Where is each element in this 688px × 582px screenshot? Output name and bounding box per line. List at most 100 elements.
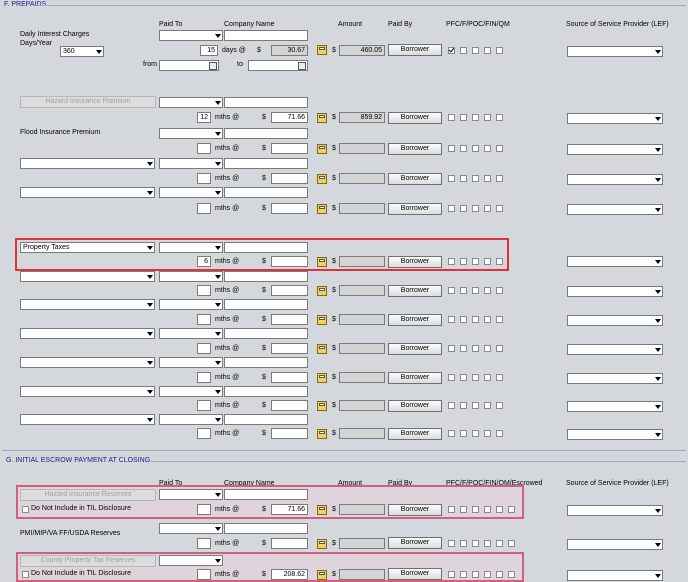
poc-checkbox[interactable] [472, 540, 479, 547]
qm-checkbox[interactable] [496, 571, 503, 578]
flood-paid-to-select[interactable] [159, 128, 223, 139]
qm-checkbox[interactable] [496, 47, 503, 54]
qm-checkbox[interactable] [496, 506, 503, 513]
f-checkbox[interactable] [460, 345, 467, 352]
fin-checkbox[interactable] [484, 145, 491, 152]
qm-checkbox[interactable] [496, 258, 503, 265]
pmi-paid-by-button[interactable]: Borrower [388, 537, 442, 549]
f-checkbox[interactable] [460, 571, 467, 578]
calculator-icon[interactable] [317, 144, 327, 154]
source-select[interactable] [567, 315, 663, 326]
source-select[interactable] [567, 113, 663, 124]
county-tax-paid-to-select[interactable] [159, 555, 223, 566]
property-taxes-months-input[interactable]: 6 [197, 256, 211, 267]
company-input[interactable] [224, 158, 308, 169]
fin-checkbox[interactable] [484, 374, 491, 381]
days-year-select[interactable]: 360 [60, 46, 104, 57]
poc-checkbox[interactable] [472, 430, 479, 437]
poc-checkbox[interactable] [472, 402, 479, 409]
pfc-checkbox[interactable] [448, 430, 455, 437]
fin-checkbox[interactable] [484, 175, 491, 182]
fin-checkbox[interactable] [484, 345, 491, 352]
source-select[interactable] [567, 429, 663, 440]
qm-checkbox[interactable] [496, 402, 503, 409]
company-input[interactable] [224, 386, 308, 397]
pfc-checkbox[interactable] [448, 506, 455, 513]
qm-checkbox[interactable] [496, 287, 503, 294]
fin-checkbox[interactable] [484, 430, 491, 437]
qm-checkbox[interactable] [496, 316, 503, 323]
calendar-icon[interactable] [298, 62, 306, 70]
hazard-reserves-months-input[interactable] [197, 504, 211, 515]
escrowed-checkbox[interactable] [508, 540, 515, 547]
calculator-icon[interactable] [317, 429, 327, 439]
calculator-icon[interactable] [317, 113, 327, 123]
f-checkbox[interactable] [460, 540, 467, 547]
source-select[interactable] [567, 505, 663, 516]
hazard-reserves-button[interactable]: Hazard Insurance Reserves [20, 489, 156, 501]
fin-checkbox[interactable] [484, 571, 491, 578]
source-select[interactable] [567, 373, 663, 384]
f-checkbox[interactable] [460, 114, 467, 121]
property-taxes-rate-input[interactable] [271, 256, 308, 267]
f-checkbox[interactable] [460, 145, 467, 152]
source-select[interactable] [567, 46, 663, 57]
paid-by-button[interactable]: Borrower [388, 400, 442, 412]
paid-by-button[interactable]: Borrower [388, 314, 442, 326]
qm-checkbox[interactable] [496, 175, 503, 182]
fee-type-select[interactable] [20, 328, 155, 339]
paid-by-button[interactable]: Borrower [388, 285, 442, 297]
property-taxes-company-input[interactable] [224, 242, 308, 253]
source-select[interactable] [567, 144, 663, 155]
property-taxes-paid-by-button[interactable]: Borrower [388, 256, 442, 268]
calculator-icon[interactable] [317, 344, 327, 354]
poc-checkbox[interactable] [472, 114, 479, 121]
pfc-checkbox[interactable] [448, 175, 455, 182]
months-input[interactable] [197, 372, 211, 383]
paid-to-select[interactable] [159, 187, 223, 198]
pmi-company-input[interactable] [224, 523, 308, 534]
pfc-checkbox[interactable] [448, 402, 455, 409]
calculator-icon[interactable] [317, 373, 327, 383]
f-checkbox[interactable] [460, 506, 467, 513]
qm-checkbox[interactable] [496, 205, 503, 212]
fin-checkbox[interactable] [484, 287, 491, 294]
months-input[interactable] [197, 314, 211, 325]
pfc-checkbox[interactable] [448, 571, 455, 578]
months-input[interactable] [197, 400, 211, 411]
calculator-icon[interactable] [317, 570, 327, 580]
rate-input[interactable] [271, 428, 308, 439]
calculator-icon[interactable] [317, 174, 327, 184]
pmi-paid-to-select[interactable] [159, 523, 223, 534]
fin-checkbox[interactable] [484, 114, 491, 121]
fee-type-select[interactable] [20, 357, 155, 368]
rate-input[interactable] [271, 203, 308, 214]
company-input[interactable] [224, 414, 308, 425]
hazard-reserves-rate-input[interactable]: 71.66 [271, 504, 308, 515]
property-taxes-select[interactable]: Property Taxes [20, 242, 155, 253]
hazard-insurance-button[interactable]: Hazard Insurance Premium [20, 96, 156, 108]
hazard-rate-input[interactable]: 71.66 [271, 112, 308, 123]
calendar-icon[interactable] [209, 62, 217, 70]
qm-checkbox[interactable] [496, 145, 503, 152]
paid-to-select[interactable] [159, 386, 223, 397]
rate-input[interactable] [271, 285, 308, 296]
calculator-icon[interactable] [317, 315, 327, 325]
rate-input[interactable] [271, 343, 308, 354]
til-checkbox[interactable] [22, 506, 29, 513]
calculator-icon[interactable] [317, 539, 327, 549]
months-input[interactable] [197, 173, 211, 184]
paid-to-select[interactable] [159, 158, 223, 169]
fin-checkbox[interactable] [484, 205, 491, 212]
qm-checkbox[interactable] [496, 430, 503, 437]
calculator-icon[interactable] [317, 286, 327, 296]
poc-checkbox[interactable] [472, 374, 479, 381]
fin-checkbox[interactable] [484, 316, 491, 323]
source-select[interactable] [567, 344, 663, 355]
fee-type-select[interactable] [20, 386, 155, 397]
company-input[interactable] [224, 187, 308, 198]
fin-checkbox[interactable] [484, 258, 491, 265]
pmi-months-input[interactable] [197, 538, 211, 549]
poc-checkbox[interactable] [472, 145, 479, 152]
qm-checkbox[interactable] [496, 374, 503, 381]
